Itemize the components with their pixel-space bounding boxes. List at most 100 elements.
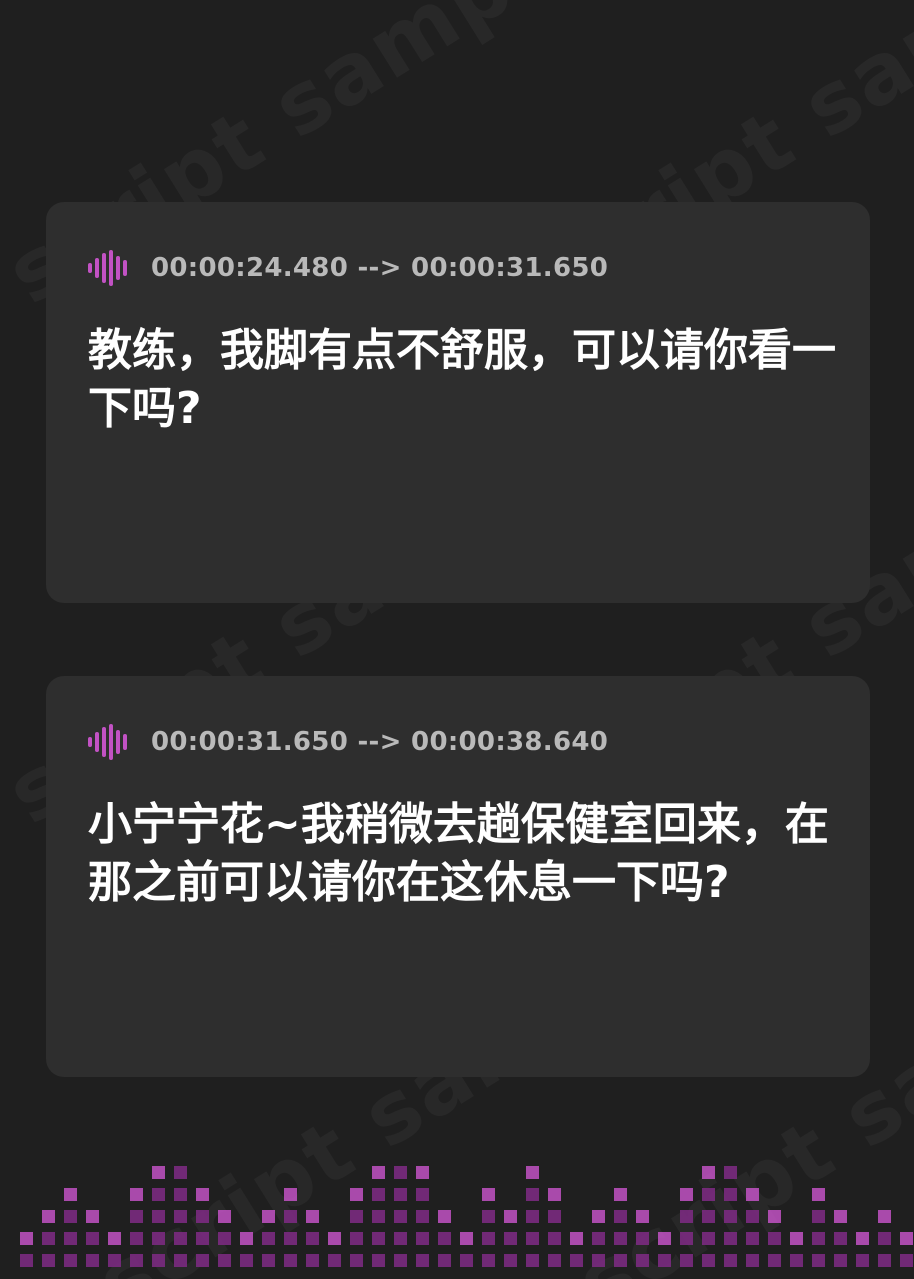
equalizer-block [482,1210,495,1223]
equalizer-block [680,1232,693,1245]
equalizer-block [614,1232,627,1245]
equalizer-block [856,1254,869,1267]
equalizer-block [636,1254,649,1267]
equalizer-block [394,1210,407,1223]
equalizer-block [724,1166,737,1179]
equalizer-block [526,1232,539,1245]
audio-waveform-icon [88,250,127,286]
equalizer-block [790,1254,803,1267]
equalizer-block [306,1210,319,1223]
equalizer-block [108,1232,121,1245]
equalizer-block [328,1232,341,1245]
equalizer-block [724,1232,737,1245]
equalizer-block [746,1188,759,1201]
timestamp: 00:00:24.480 --> 00:00:31.650 [151,253,609,283]
equalizer-block [724,1254,737,1267]
equalizer-block [746,1254,759,1267]
equalizer-block [372,1166,385,1179]
equalizer-block [768,1210,781,1223]
equalizer-block [702,1254,715,1267]
equalizer-block [152,1232,165,1245]
equalizer-block [636,1210,649,1223]
equalizer-block [218,1210,231,1223]
equalizer-block [812,1232,825,1245]
equalizer-block [284,1232,297,1245]
equalizer-block [394,1188,407,1201]
equalizer-block [438,1232,451,1245]
equalizer-block [614,1210,627,1223]
equalizer-block [372,1232,385,1245]
equalizer-block [592,1232,605,1245]
equalizer-block [812,1210,825,1223]
equalizer-block [416,1232,429,1245]
equalizer-block [746,1232,759,1245]
equalizer-block [152,1254,165,1267]
equalizer-block [416,1188,429,1201]
equalizer-block [482,1254,495,1267]
equalizer-block [174,1232,187,1245]
equalizer-block [878,1254,891,1267]
timestamp: 00:00:31.650 --> 00:00:38.640 [151,727,609,757]
equalizer-block [548,1232,561,1245]
equalizer-block [724,1210,737,1223]
equalizer-block [284,1254,297,1267]
equalizer-block [20,1254,33,1267]
equalizer-block [812,1188,825,1201]
equalizer-block [350,1188,363,1201]
subtitle-card: 00:00:24.480 --> 00:00:31.650 教练，我脚有点不舒服… [46,202,870,603]
subtitle-text: 教练，我脚有点不舒服，可以请你看一下吗? [88,325,836,434]
equalizer-block [64,1188,77,1201]
equalizer-block [174,1188,187,1201]
equalizer-block [768,1254,781,1267]
equalizer-block [460,1232,473,1245]
equalizer-block [174,1254,187,1267]
equalizer-block [482,1188,495,1201]
equalizer-block [416,1254,429,1267]
equalizer-block [394,1232,407,1245]
equalizer-block [284,1210,297,1223]
equalizer-block [658,1254,671,1267]
equalizer-block [306,1254,319,1267]
equalizer-block [64,1254,77,1267]
equalizer-block [262,1232,275,1245]
equalizer-block [240,1254,253,1267]
equalizer-block [482,1232,495,1245]
equalizer-block [724,1188,737,1201]
equalizer-block [372,1254,385,1267]
equalizer-block [834,1232,847,1245]
equalizer-block [548,1254,561,1267]
equalizer-block [702,1188,715,1201]
equalizer-block [350,1254,363,1267]
equalizer-block [526,1210,539,1223]
equalizer-block [614,1254,627,1267]
equalizer-block [86,1254,99,1267]
equalizer-block [350,1232,363,1245]
subtitle-card: 00:00:31.650 --> 00:00:38.640 小宁宁花~我稍微去趟… [46,676,870,1077]
equalizer-block [218,1254,231,1267]
equalizer-block [548,1210,561,1223]
equalizer-block [394,1166,407,1179]
equalizer-decoration [20,1166,913,1267]
equalizer-block [680,1254,693,1267]
equalizer-block [526,1166,539,1179]
equalizer-block [42,1254,55,1267]
equalizer-block [130,1232,143,1245]
equalizer-block [196,1232,209,1245]
equalizer-block [548,1188,561,1201]
subtitle-text: 小宁宁花~我稍微去趟保健室回来，在那之前可以请你在这休息一下吗? [88,799,829,908]
equalizer-block [152,1166,165,1179]
equalizer-block [702,1210,715,1223]
equalizer-block [416,1166,429,1179]
equalizer-block [262,1210,275,1223]
equalizer-block [592,1254,605,1267]
equalizer-block [394,1254,407,1267]
equalizer-block [834,1254,847,1267]
equalizer-block [328,1254,341,1267]
equalizer-block [130,1188,143,1201]
equalizer-block [900,1232,913,1245]
equalizer-block [20,1232,33,1245]
equalizer-block [592,1210,605,1223]
equalizer-block [64,1210,77,1223]
equalizer-block [614,1188,627,1201]
equalizer-block [174,1210,187,1223]
